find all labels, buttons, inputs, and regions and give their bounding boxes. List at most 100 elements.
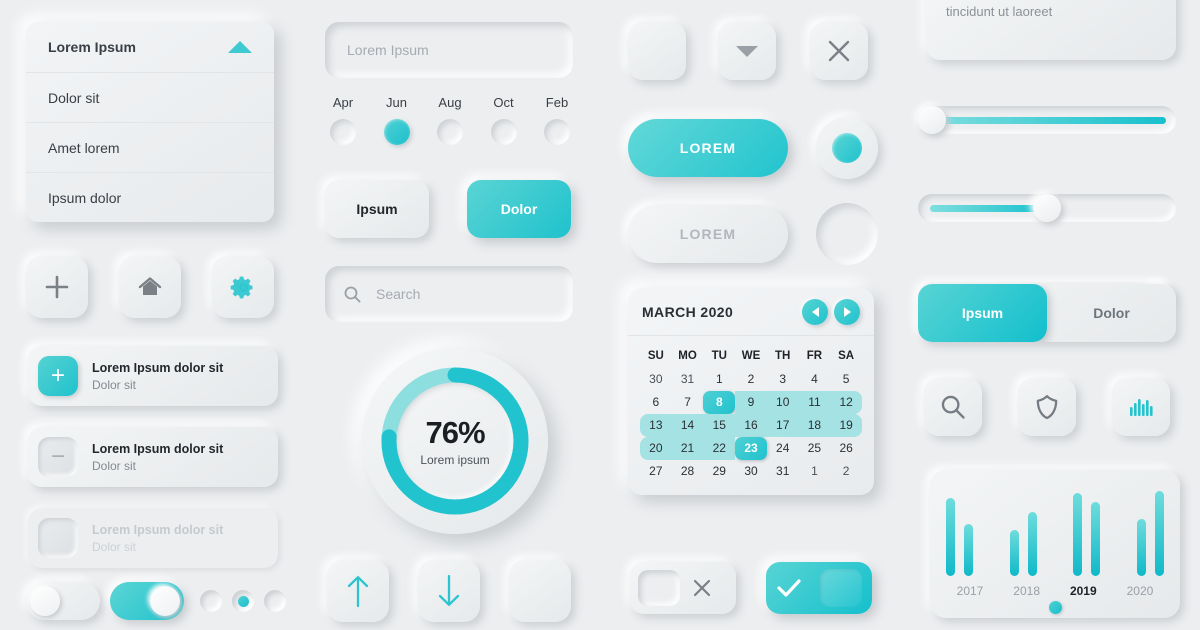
calendar-day[interactable]: 13: [640, 414, 672, 437]
calendar-day[interactable]: 24: [767, 437, 799, 460]
calendar-day[interactable]: 18: [798, 414, 831, 437]
calendar-day[interactable]: 21: [671, 437, 704, 460]
month-radio[interactable]: [544, 119, 570, 145]
month-radio[interactable]: [437, 119, 463, 145]
text-input-placeholder: Lorem Ipsum: [347, 42, 429, 58]
calendar-day[interactable]: 7: [672, 391, 704, 414]
segment-ipsum[interactable]: Ipsum: [918, 284, 1047, 342]
month-radio[interactable]: [490, 119, 517, 145]
primary-button-label: LOREM: [679, 140, 737, 156]
calendar-next-button[interactable]: [834, 298, 860, 325]
toggle-on[interactable]: [110, 582, 184, 620]
radio-circle-on[interactable]: [816, 117, 878, 179]
month-option-aug[interactable]: Aug: [429, 95, 471, 145]
caret-up-icon[interactable]: [228, 41, 252, 53]
calendar-day[interactable]: 14: [671, 414, 704, 437]
calendar-day-selected[interactable]: 23: [735, 437, 767, 460]
radio-circle-off[interactable]: [816, 203, 878, 265]
calendar-prev-button[interactable]: [802, 298, 828, 325]
list-item[interactable]: + Lorem Ipsum dolor sit Dolor sit: [28, 346, 278, 406]
calendar-day[interactable]: 5: [830, 368, 862, 391]
bar-chart-button[interactable]: [1112, 378, 1170, 436]
bar: [1073, 493, 1083, 576]
calendar-day[interactable]: 29: [703, 460, 735, 483]
calendar-day[interactable]: 27: [640, 460, 672, 483]
add-button[interactable]: [26, 256, 88, 318]
toggle-off[interactable]: [26, 582, 100, 620]
calendar-day[interactable]: 3: [767, 368, 799, 391]
month-option-oct[interactable]: Oct: [483, 95, 525, 145]
search-button[interactable]: [924, 378, 982, 436]
calendar-day[interactable]: 9: [735, 391, 767, 414]
accordion-item-1[interactable]: Dolor sit: [26, 72, 274, 122]
calendar-day[interactable]: 30: [640, 368, 672, 391]
slider-handle[interactable]: [1033, 194, 1061, 222]
calendar-day[interactable]: 10: [766, 391, 799, 414]
segment-dolor[interactable]: Dolor: [1047, 284, 1176, 342]
calendar-day[interactable]: 17: [766, 414, 799, 437]
calendar-day[interactable]: 22: [703, 437, 736, 460]
calendar-day[interactable]: 15: [703, 414, 736, 437]
month-option-feb[interactable]: Feb: [536, 95, 578, 145]
slider-2[interactable]: [918, 194, 1176, 222]
plus-badge-icon: +: [38, 356, 78, 396]
tab-ipsum[interactable]: Ipsum: [325, 180, 429, 238]
calendar-day[interactable]: 1: [799, 460, 831, 483]
bar-chart-category-label: 2020: [1126, 584, 1154, 598]
settings-button[interactable]: [212, 256, 274, 318]
accordion-item-0[interactable]: Lorem Ipsum: [26, 22, 274, 72]
calendar-day[interactable]: 6: [640, 391, 672, 414]
list-item[interactable]: − Lorem Ipsum dolor sit Dolor sit: [28, 427, 278, 487]
list-item-title: Lorem Ipsum dolor sit: [92, 522, 224, 537]
calendar-day[interactable]: 16: [735, 414, 767, 437]
text-input[interactable]: Lorem Ipsum: [325, 22, 573, 78]
arrow-down-button[interactable]: [418, 560, 480, 622]
arrow-up-button[interactable]: [327, 560, 389, 622]
pagination-dot[interactable]: [200, 590, 222, 612]
blank-square-button[interactable]: [628, 22, 686, 80]
calendar-day-selected[interactable]: 8: [703, 391, 736, 414]
accordion-item-3[interactable]: Ipsum dolor: [26, 172, 274, 222]
textarea[interactable]: tincidunt ut laoreet: [926, 0, 1176, 60]
accordion-item-2[interactable]: Amet lorem: [26, 122, 274, 172]
calendar-day[interactable]: 2: [735, 368, 767, 391]
month-option-jun[interactable]: Jun: [376, 95, 418, 145]
close-button[interactable]: [810, 22, 868, 80]
calendar-day[interactable]: 12: [830, 391, 862, 414]
calendar-day[interactable]: 31: [672, 368, 704, 391]
tab-dolor[interactable]: Dolor: [467, 180, 571, 238]
calendar-day[interactable]: 19: [830, 414, 862, 437]
search-input[interactable]: Search: [325, 266, 573, 322]
month-option-apr[interactable]: Apr: [322, 95, 364, 145]
calendar-day[interactable]: 31: [767, 460, 799, 483]
home-button[interactable]: [119, 256, 181, 318]
slider-1[interactable]: [918, 106, 1176, 134]
segmented-control[interactable]: Ipsum Dolor: [918, 284, 1176, 342]
calendar-day[interactable]: 26: [830, 437, 862, 460]
dropdown-button[interactable]: [718, 22, 776, 80]
calendar-day[interactable]: 28: [672, 460, 704, 483]
slider-handle[interactable]: [918, 106, 946, 134]
calendar-day[interactable]: 1: [703, 368, 735, 391]
calendar-day[interactable]: 11: [798, 391, 831, 414]
calendar-day[interactable]: 4: [799, 368, 831, 391]
bar: [1136, 518, 1146, 576]
shield-button[interactable]: [1018, 378, 1076, 436]
blank-square-button[interactable]: [509, 560, 571, 622]
month-picker[interactable]: Apr Jun Aug Oct Feb: [322, 95, 578, 145]
calendar-day[interactable]: 20: [640, 437, 672, 460]
pagination-dot[interactable]: [264, 590, 286, 612]
calendar-day[interactable]: 30: [735, 460, 767, 483]
switch-on[interactable]: [766, 562, 872, 614]
month-radio[interactable]: [330, 119, 356, 145]
month-radio-selected[interactable]: [383, 119, 410, 145]
pagination-dot-active[interactable]: [232, 590, 254, 612]
accordion-panel[interactable]: Lorem Ipsum Dolor sit Amet lorem Ipsum d…: [26, 22, 274, 222]
calendar-day[interactable]: 2: [830, 460, 862, 483]
switch-off[interactable]: [630, 562, 736, 614]
calendar[interactable]: MARCH 2020 SU MO TU WE TH FR SA 30 31 1 2 3 4…: [628, 288, 874, 495]
calendar-day[interactable]: 25: [799, 437, 831, 460]
primary-button[interactable]: LOREM: [628, 119, 788, 177]
weekday: SU: [647, 350, 664, 362]
switch-thumb: [820, 569, 862, 607]
